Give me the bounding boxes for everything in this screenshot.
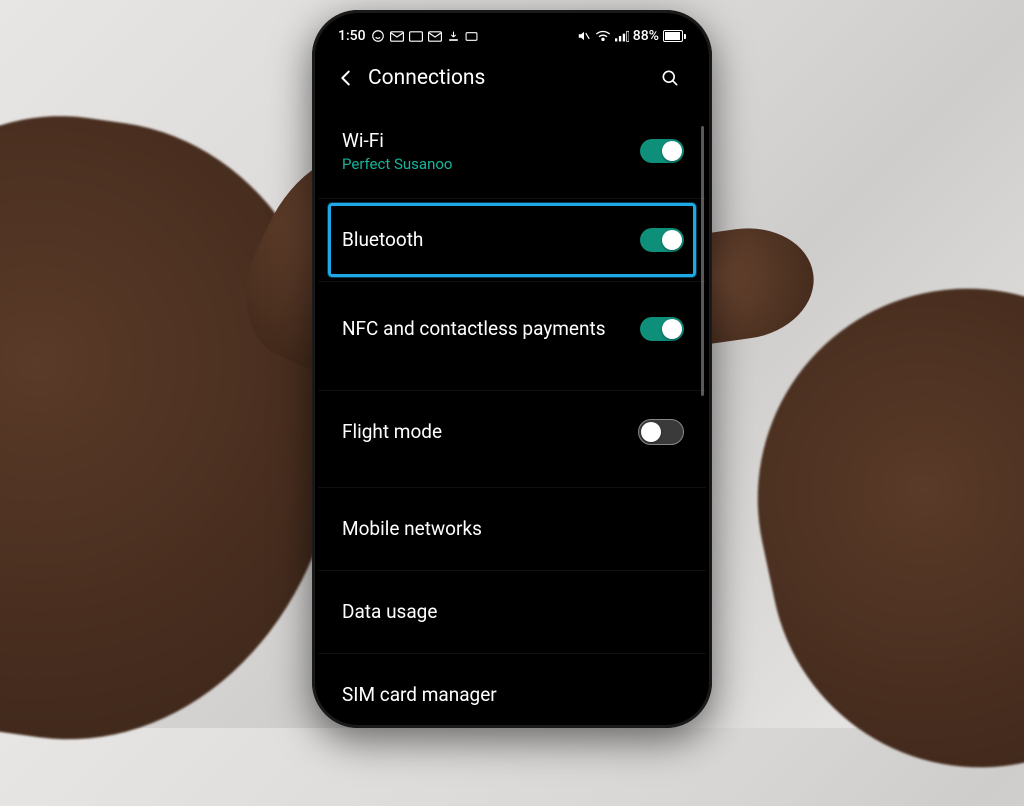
- sim-manager-title: SIM card manager: [342, 683, 684, 707]
- page-title: Connections: [368, 66, 650, 90]
- wifi-subtitle: Perfect Susanoo: [342, 155, 640, 173]
- row-bluetooth[interactable]: Bluetooth: [318, 198, 706, 281]
- row-flight-mode[interactable]: Flight mode: [318, 390, 706, 473]
- row-mobile-networks[interactable]: Mobile networks: [318, 487, 706, 570]
- status-right: 88%: [577, 28, 686, 44]
- bluetooth-title: Bluetooth: [342, 228, 640, 252]
- flight-title: Flight mode: [342, 420, 638, 444]
- download-icon: [447, 30, 460, 43]
- nfc-title: NFC and contactless payments: [342, 317, 640, 341]
- search-button[interactable]: [650, 58, 690, 98]
- row-sim-manager[interactable]: SIM card manager: [318, 653, 706, 722]
- status-time: 1:50: [338, 28, 366, 44]
- wifi-icon: [595, 30, 611, 42]
- gmail-icon-2: [428, 31, 442, 42]
- whatsapp-icon: [371, 29, 385, 43]
- search-icon: [660, 68, 680, 88]
- row-data-usage[interactable]: Data usage: [318, 570, 706, 653]
- gmail-icon: [390, 31, 404, 42]
- phone-frame: 1:50: [312, 10, 712, 728]
- back-button[interactable]: [326, 58, 366, 98]
- row-wifi[interactable]: Wi-Fi Perfect Susanoo: [318, 104, 706, 198]
- flight-toggle[interactable]: [638, 419, 684, 445]
- mute-icon: [577, 29, 591, 43]
- row-nfc[interactable]: NFC and contactless payments: [318, 281, 706, 376]
- screen: 1:50: [318, 16, 706, 722]
- signal-icon: [615, 30, 629, 42]
- battery-pct: 88%: [633, 28, 659, 44]
- status-bar: 1:50: [318, 16, 706, 52]
- scrollbar[interactable]: [701, 126, 704, 396]
- nfc-toggle[interactable]: [640, 317, 684, 341]
- mobile-networks-title: Mobile networks: [342, 517, 684, 541]
- wifi-toggle[interactable]: [640, 139, 684, 163]
- wifi-title: Wi-Fi: [342, 129, 640, 153]
- message-icon: [409, 31, 423, 42]
- app-bar: Connections: [318, 52, 706, 104]
- battery-icon: [663, 30, 686, 42]
- status-left: 1:50: [338, 28, 478, 44]
- settings-list: Wi-Fi Perfect Susanoo Bluetooth NFC and …: [318, 104, 706, 722]
- data-usage-title: Data usage: [342, 600, 684, 624]
- chevron-left-icon: [335, 67, 357, 89]
- bluetooth-toggle[interactable]: [640, 228, 684, 252]
- screenshot-icon: [465, 31, 478, 42]
